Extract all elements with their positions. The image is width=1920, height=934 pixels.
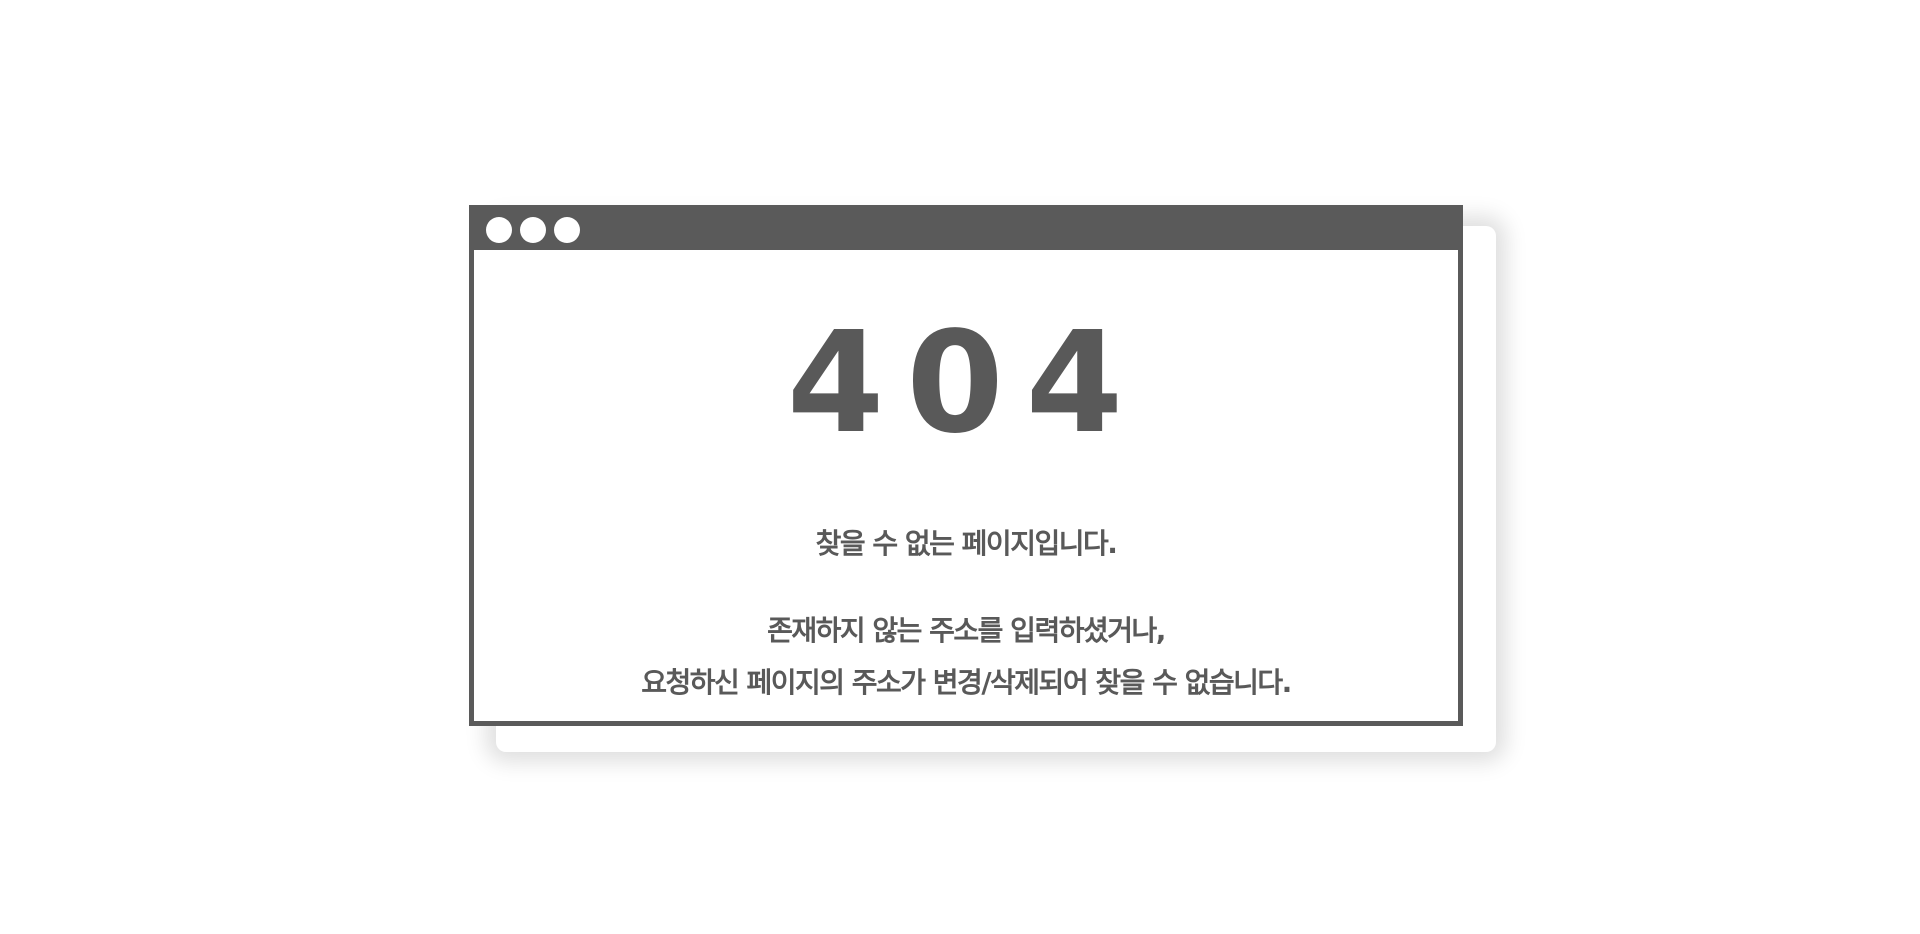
window-content: 404 찾을 수 없는 페이지입니다. 존재하지 않는 주소를 입력하셨거나, … (474, 250, 1458, 721)
error-code: 404 (786, 302, 1146, 465)
error-description-line-1: 존재하지 않는 주소를 입력하셨거나, (767, 614, 1166, 647)
window-dot-icon (554, 217, 580, 243)
window-titlebar (474, 210, 1458, 250)
window-dot-icon (486, 217, 512, 243)
error-page: 404 찾을 수 없는 페이지입니다. 존재하지 않는 주소를 입력하셨거나, … (0, 0, 1920, 934)
error-description-line-2: 요청하신 페이지의 주소가 변경/삭제되어 찾을 수 없습니다. (641, 666, 1292, 699)
browser-window-illustration: 404 찾을 수 없는 페이지입니다. 존재하지 않는 주소를 입력하셨거나, … (469, 205, 1463, 726)
error-description: 존재하지 않는 주소를 입력하셨거나, 요청하신 페이지의 주소가 변경/삭제되… (474, 605, 1458, 709)
window-dot-icon (520, 217, 546, 243)
error-headline: 찾을 수 없는 페이지입니다. (815, 527, 1118, 560)
